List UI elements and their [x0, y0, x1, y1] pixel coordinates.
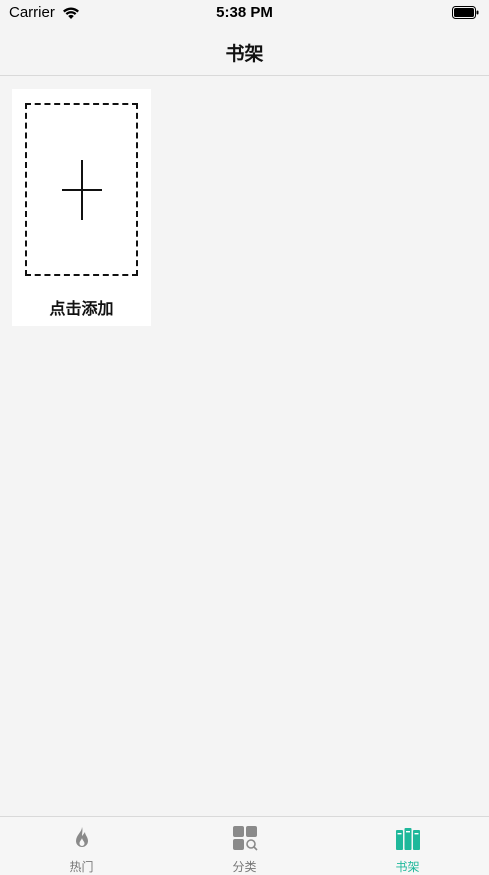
tab-category-label: 分类: [232, 860, 257, 874]
flame-icon: [76, 827, 88, 847]
bookshelf-icon: [396, 828, 420, 850]
plus-icon: [62, 160, 102, 220]
add-book-placeholder: [25, 103, 138, 276]
tab-bar: 热门 分类 书架: [0, 816, 489, 875]
tab-bookshelf-label: 书架: [395, 860, 420, 874]
tab-bookshelf[interactable]: 书架: [326, 817, 489, 875]
battery-icon: [452, 6, 479, 19]
page-title: 书架: [225, 44, 264, 65]
app-screen: Carrier 5:38 PM 书架 点击添加 热门 分类 书架: [0, 0, 489, 875]
add-book-label: 点击添加: [49, 301, 114, 318]
category-grid-icon: [233, 826, 258, 851]
navigation-bar: 书架: [0, 26, 489, 76]
status-bar: Carrier 5:38 PM: [0, 0, 489, 26]
tab-category[interactable]: 分类: [163, 817, 326, 875]
status-time: 5:38 PM: [216, 4, 273, 21]
add-book-card[interactable]: 点击添加: [12, 89, 151, 326]
tab-hot-label: 热门: [69, 860, 94, 874]
tab-hot[interactable]: 热门: [0, 817, 163, 875]
